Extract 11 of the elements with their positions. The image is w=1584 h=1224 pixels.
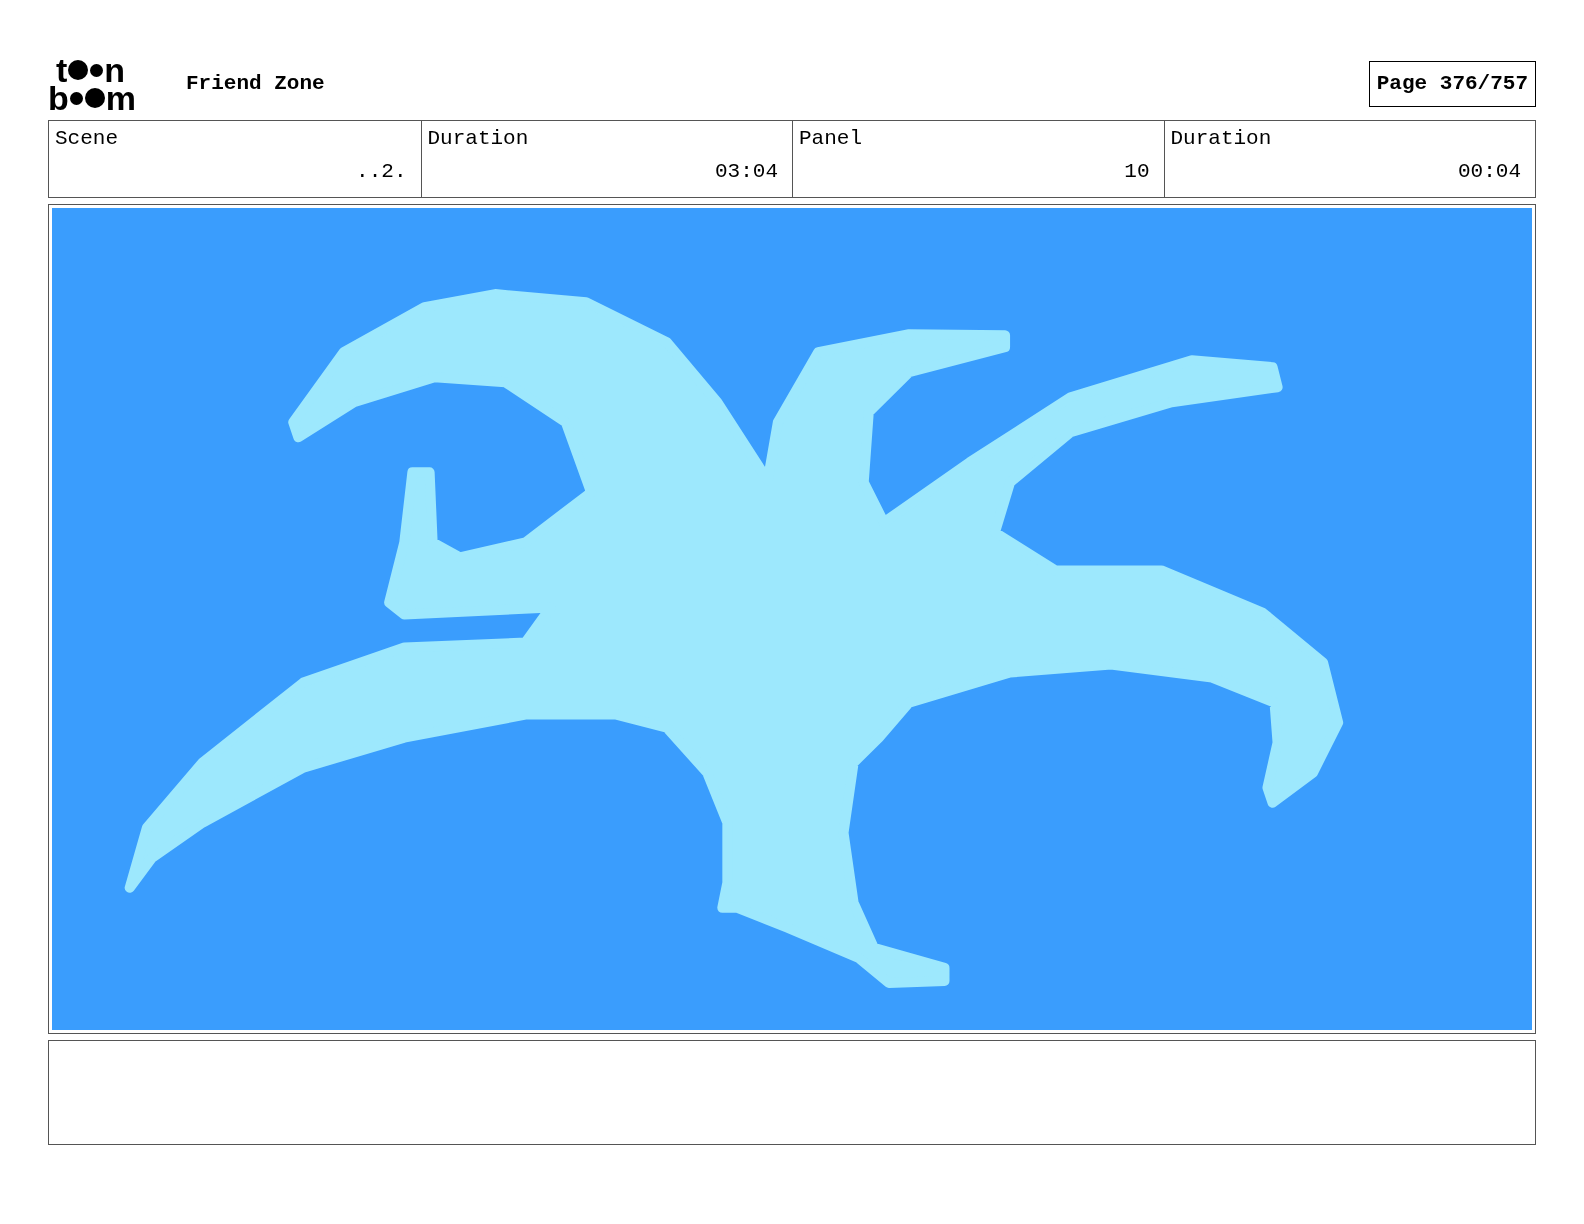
field-label: Scene: [55, 126, 119, 152]
field-value: 10: [1124, 159, 1150, 185]
field-label: Panel: [799, 126, 863, 152]
logo: t n b m: [48, 56, 137, 112]
field-value: 03:04: [715, 159, 778, 185]
field-value: 00:04: [1458, 159, 1521, 185]
project-title: Friend Zone: [186, 71, 325, 98]
page-number: Page 376/757: [1368, 61, 1536, 107]
field-value: ..2.: [356, 159, 407, 185]
field-label: Duration: [427, 126, 530, 152]
field-label: Duration: [1170, 126, 1273, 152]
